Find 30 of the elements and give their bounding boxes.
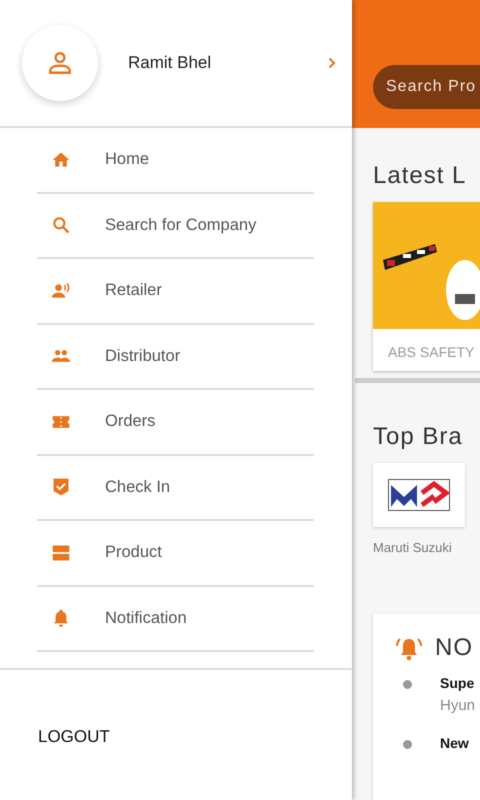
menu-item[interactable]: Distributor [37, 324, 314, 390]
search-field[interactable]: Search Pro [373, 65, 480, 109]
notification-title[interactable]: New [440, 734, 469, 754]
chevron-icon[interactable] [328, 57, 336, 69]
card-title: NO [435, 636, 473, 660]
search-icon [51, 215, 71, 236]
menu-item[interactable]: Orders [37, 390, 314, 456]
brand-logo [388, 479, 450, 511]
person-icon [47, 50, 73, 76]
notification-text: Hyun [440, 696, 476, 716]
user-name[interactable]: Ramit Bhel [128, 50, 212, 76]
menu-item[interactable]: Check In [37, 456, 314, 521]
menu-item[interactable]: Product [37, 521, 314, 586]
logout-button[interactable]: LOGOUT [38, 724, 110, 750]
notification-title[interactable]: Supe [440, 674, 476, 694]
avatar[interactable] [22, 25, 98, 101]
check-badge-icon [51, 477, 71, 498]
section-title: Top Bra [373, 425, 464, 449]
bullet-dot [403, 680, 412, 688]
bullet-dot [403, 740, 412, 750]
menu-item[interactable]: Home [37, 128, 314, 194]
menu-item[interactable]: Notification [37, 586, 314, 652]
section-title: Latest L [373, 164, 468, 188]
stacked-bars-icon [51, 542, 71, 563]
menu-item[interactable]: Search for Company [37, 194, 314, 259]
product-name: ABS SAFETY [387, 343, 476, 362]
brand-tile[interactable] [373, 463, 465, 527]
bell-icon [51, 608, 71, 628]
brand-name: Maruti Suzuki [373, 539, 453, 557]
menu-item[interactable]: Retailer [37, 259, 314, 324]
